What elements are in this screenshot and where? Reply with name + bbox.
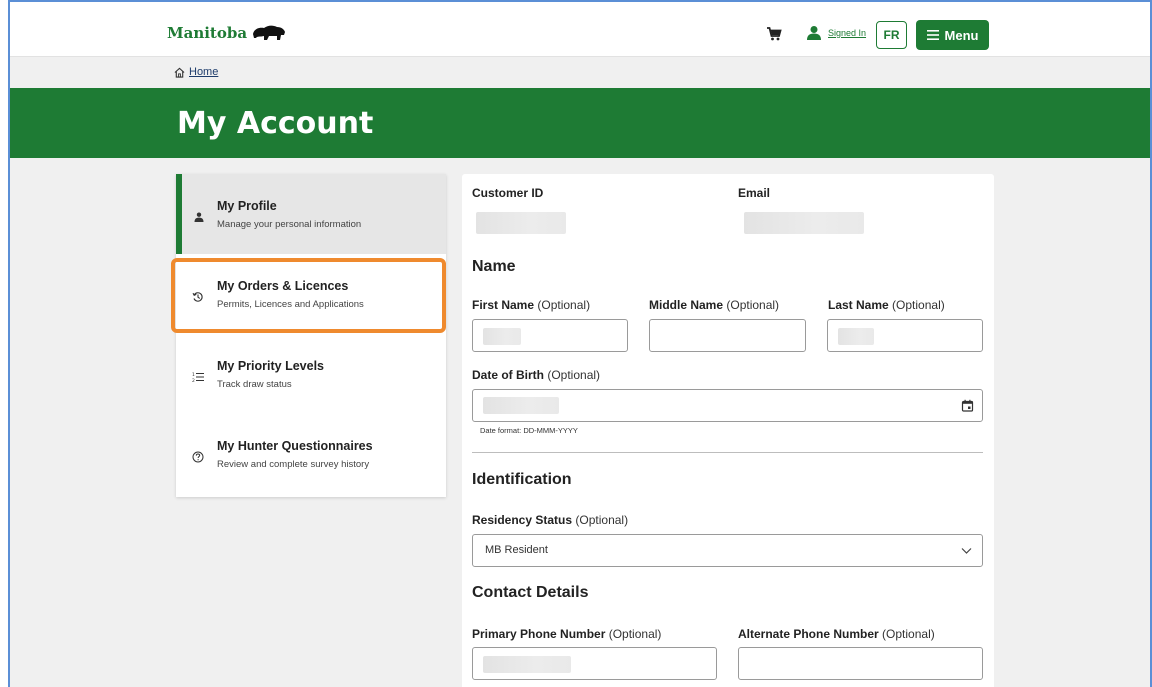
last-name-label: Last Name (Optional) [828, 298, 945, 312]
sidebar-item-title: My Profile [217, 199, 277, 213]
date-of-birth-input[interactable] [472, 389, 983, 422]
user-icon [807, 26, 821, 40]
page-header-banner: My Account [10, 88, 1150, 158]
primary-phone-value-redacted [483, 656, 571, 673]
date-of-birth-label: Date of Birth (Optional) [472, 368, 601, 382]
middle-name-label: Middle Name (Optional) [649, 298, 780, 312]
list-ordered-icon: 12 [191, 370, 205, 384]
sidebar-item-title: My Priority Levels [217, 359, 324, 373]
sidebar-item-my-profile[interactable]: My Profile Manage your personal informat… [176, 174, 446, 254]
name-section-heading: Name [472, 258, 516, 275]
person-icon [192, 210, 206, 224]
last-name-value-redacted [838, 328, 874, 345]
sidebar-item-title: My Hunter Questionnaires [217, 439, 373, 453]
top-bar: Manitoba Signed In FR Menu [10, 2, 1150, 57]
alternate-phone-input[interactable] [738, 647, 983, 680]
svg-text:2: 2 [192, 378, 195, 383]
sidebar-item-my-hunter-questionnaires[interactable]: My Hunter Questionnaires Review and comp… [176, 414, 446, 494]
primary-phone-label: Primary Phone Number (Optional) [472, 627, 662, 641]
breadcrumb: Home [174, 66, 218, 78]
chevron-down-icon [961, 548, 972, 554]
account-sidebar: My Profile Manage your personal informat… [176, 174, 446, 497]
first-name-input[interactable] [472, 319, 628, 352]
language-button[interactable]: FR [876, 21, 907, 49]
primary-phone-input[interactable] [472, 647, 717, 680]
calendar-icon[interactable] [961, 399, 974, 412]
page-title: My Account [177, 106, 374, 141]
alternate-phone-label: Alternate Phone Number (Optional) [738, 627, 935, 641]
residency-status-value: MB Resident [485, 544, 548, 556]
first-name-label: First Name (Optional) [472, 298, 591, 312]
home-icon [174, 67, 185, 78]
identification-section-heading: Identification [472, 471, 572, 488]
contact-details-section-heading: Contact Details [472, 584, 589, 601]
cart-icon[interactable] [766, 26, 782, 47]
svg-text:1: 1 [192, 372, 195, 378]
highlight-box [171, 258, 446, 333]
sidebar-item-my-priority-levels[interactable]: 12 My Priority Levels Track draw status [176, 334, 446, 414]
email-value-redacted [744, 212, 864, 234]
residency-status-select[interactable]: MB Resident [472, 534, 983, 567]
email-label: Email [738, 186, 771, 200]
bison-icon [253, 25, 286, 40]
menu-label: Menu [944, 27, 979, 43]
question-circle-icon [191, 450, 205, 464]
date-of-birth-value-redacted [483, 397, 559, 414]
signed-in-label: Signed In [828, 28, 867, 38]
customer-id-value-redacted [476, 212, 566, 234]
signed-in-link[interactable]: Signed In [806, 25, 866, 41]
hamburger-icon [926, 30, 939, 40]
sidebar-item-subtitle: Track draw status [217, 379, 292, 390]
first-name-value-redacted [483, 328, 521, 345]
middle-name-input[interactable] [649, 319, 806, 352]
breadcrumb-home-link[interactable]: Home [189, 66, 218, 78]
sidebar-item-subtitle: Review and complete survey history [217, 459, 370, 470]
date-format-hint: Date format: DD-MMM-YYYY [480, 426, 578, 435]
manitoba-logo[interactable]: Manitoba [167, 24, 287, 42]
residency-status-label: Residency Status (Optional) [472, 513, 629, 527]
section-divider [472, 452, 983, 453]
last-name-input[interactable] [827, 319, 983, 352]
logo-text: Manitoba [167, 24, 248, 42]
customer-id-label: Customer ID [472, 186, 544, 200]
browser-frame: Manitoba Signed In FR Menu Home My Accou… [8, 0, 1152, 687]
sidebar-item-subtitle: Manage your personal information [217, 219, 362, 230]
menu-button[interactable]: Menu [916, 20, 989, 50]
profile-form-panel: Customer ID Email Name First Name (Optio… [462, 174, 994, 687]
